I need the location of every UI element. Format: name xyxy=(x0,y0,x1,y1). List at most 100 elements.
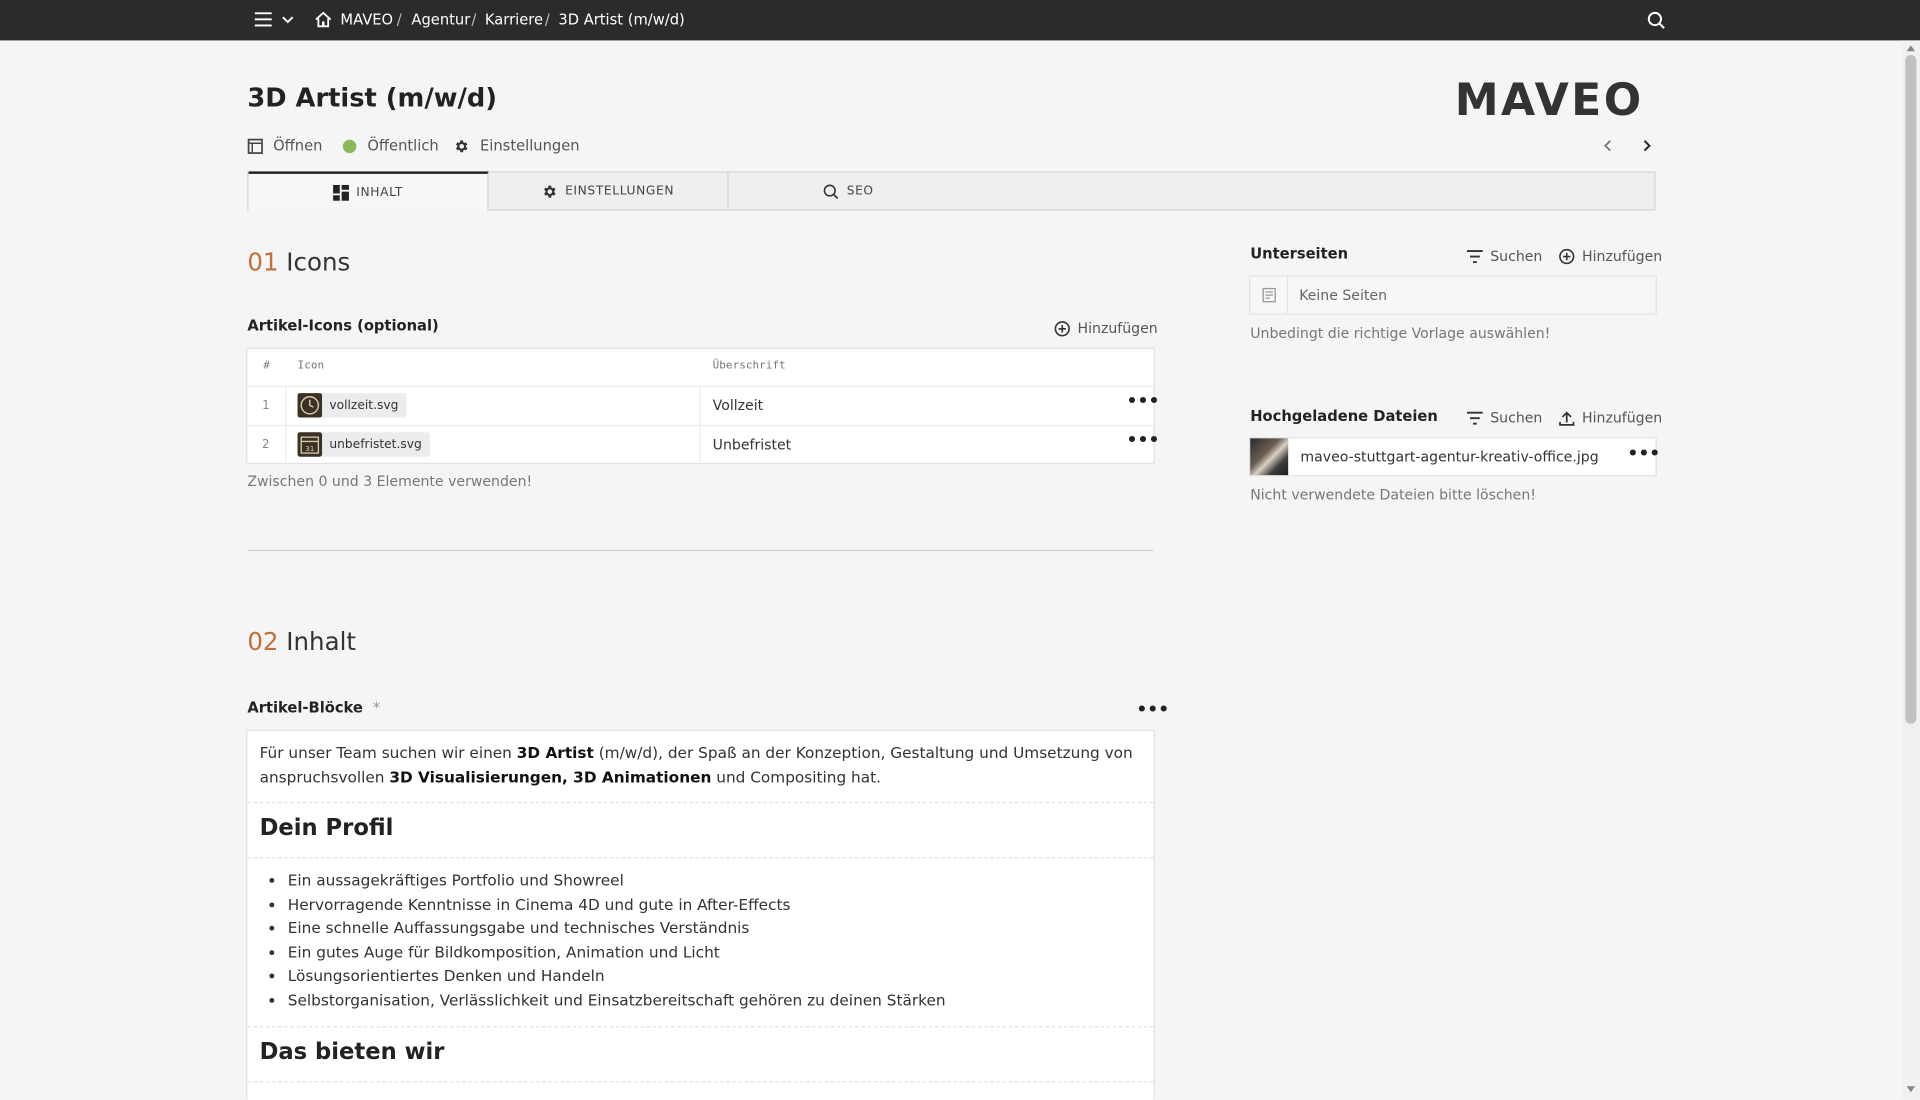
breadcrumb-item-agentur[interactable]: Agentur xyxy=(411,11,470,28)
status-dot-icon xyxy=(342,138,357,153)
uploads-search-button[interactable]: Suchen xyxy=(1466,408,1543,427)
profile-list[interactable]: Ein aussagekräftiges Portfolio und Showr… xyxy=(260,868,946,1012)
settings-button[interactable]: Einstellungen xyxy=(453,137,580,154)
intro-paragraph[interactable]: Für unser Team suchen wir einen 3D Artis… xyxy=(260,741,1142,790)
prev-arrow-icon[interactable] xyxy=(1603,140,1613,152)
uploads-add-button[interactable]: Hinzufügen xyxy=(1559,409,1662,426)
tab-label: EINSTELLUNGEN xyxy=(565,184,675,199)
intro-text: und Compositing hat. xyxy=(711,767,881,787)
intro-bold: 3D Visualisierungen, 3D Animationen xyxy=(389,767,712,787)
column-divider xyxy=(285,386,287,425)
search-label: Suchen xyxy=(1490,247,1543,265)
subpages-title: Unterseiten xyxy=(1250,244,1349,263)
uploads-title: Hochgeladene Dateien xyxy=(1250,407,1438,425)
file-name: vollzeit.svg xyxy=(329,398,399,413)
breadcrumb-item-current[interactable]: 3D Artist (m/w/d) xyxy=(558,11,684,28)
section-title: Icons xyxy=(286,247,351,277)
status-label: Öffentlich xyxy=(367,137,439,155)
scroll-down-arrow-icon[interactable] xyxy=(1906,1086,1916,1093)
status-badge[interactable]: Öffentlich xyxy=(342,137,439,155)
row-number: 1 xyxy=(262,399,270,413)
subpages-add-button[interactable]: Hinzufügen xyxy=(1559,247,1662,264)
hamburger-menu-icon[interactable] xyxy=(254,12,272,27)
breadcrumb-separator: / xyxy=(471,11,477,29)
uploaded-file-row[interactable]: maveo-stuttgart-agentur-kreativ-office.j… xyxy=(1250,438,1660,476)
file-name: maveo-stuttgart-agentur-kreativ-office.j… xyxy=(1300,448,1599,466)
scrollbar-thumb[interactable] xyxy=(1905,55,1917,724)
tab-label: SEO xyxy=(846,184,874,199)
row-heading: Vollzeit xyxy=(712,396,764,414)
maveo-logo: MAVEO xyxy=(1454,75,1644,127)
more-options-icon[interactable]: ••• xyxy=(1627,444,1660,464)
open-label: Öffnen xyxy=(273,137,323,155)
gear-icon xyxy=(542,184,565,200)
more-options-icon[interactable]: ••• xyxy=(1127,392,1160,412)
list-item: Hervorragende Kenntnisse in Cinema 4D un… xyxy=(288,892,946,916)
add-label: Hinzufügen xyxy=(1077,319,1158,337)
empty-label: Keine Seiten xyxy=(1299,286,1387,304)
column-header: Icon xyxy=(297,360,325,373)
column-divider xyxy=(699,386,701,425)
block-divider xyxy=(247,802,1154,804)
section-heading-icons: 01 Icons xyxy=(247,247,350,276)
file-name: unbefristet.svg xyxy=(329,437,422,452)
open-button[interactable]: Öffnen xyxy=(247,137,322,154)
more-options-icon[interactable]: ••• xyxy=(1127,431,1160,451)
table-row[interactable]: 2 31 unbefristet.svg Unbefristet ••• xyxy=(247,424,1159,465)
add-icon-button[interactable]: Hinzufügen xyxy=(1054,319,1158,337)
plus-circle-icon xyxy=(1559,248,1582,264)
file-thumbnail xyxy=(1250,438,1289,476)
calendar-icon: 31 xyxy=(297,432,323,457)
tab-inhalt[interactable]: INHALT xyxy=(248,171,489,211)
gear-icon xyxy=(453,138,469,154)
add-label: Hinzufügen xyxy=(1582,408,1663,427)
breadcrumb-separator: / xyxy=(396,11,402,29)
icons-table: # Icon Überschrift 1 vollzeit.svg Vollze… xyxy=(247,348,1159,465)
table-row[interactable]: 1 vollzeit.svg Vollzeit ••• xyxy=(247,385,1159,425)
subpages-search-button[interactable]: Suchen xyxy=(1466,247,1543,265)
intro-bold: 3D Artist xyxy=(516,743,594,762)
file-chip[interactable]: 31 unbefristet.svg xyxy=(297,432,431,457)
top-bar: MAVEO / Agentur / Karriere / 3D Artist (… xyxy=(0,0,1920,41)
chevron-down-icon[interactable] xyxy=(282,15,294,25)
list-item: Ein aussagekräftiges Portfolio und Showr… xyxy=(288,868,946,892)
section-number: 01 xyxy=(247,247,279,277)
field-label-article-blocks: Artikel-Blöcke * xyxy=(247,699,380,716)
row-heading: Unbefristet xyxy=(712,435,792,454)
home-icon[interactable] xyxy=(315,11,332,28)
column-divider xyxy=(699,426,701,465)
search-label: Suchen xyxy=(1490,408,1543,427)
search-icon[interactable] xyxy=(1647,11,1665,29)
article-blocks-editor[interactable]: Für unser Team suchen wir einen 3D Artis… xyxy=(247,731,1154,1100)
heading-offer[interactable]: Das bieten wir xyxy=(260,1040,445,1066)
section-divider xyxy=(247,549,1154,552)
plus-circle-icon xyxy=(1054,320,1077,336)
intro-text: Für unser Team suchen wir einen xyxy=(259,743,517,762)
block-divider xyxy=(247,857,1154,859)
breadcrumb-item-maveo[interactable]: MAVEO xyxy=(340,11,393,28)
breadcrumb-separator: / xyxy=(544,11,550,29)
scroll-up-arrow-icon[interactable] xyxy=(1906,45,1916,52)
tab-seo[interactable]: SEO xyxy=(729,173,969,211)
more-options-icon[interactable]: ••• xyxy=(1136,700,1169,720)
section-title: Inhalt xyxy=(286,626,356,657)
search-icon xyxy=(823,184,846,200)
list-item: Selbstorganisation, Verlässlichkeit und … xyxy=(288,988,946,1012)
row-number: 2 xyxy=(262,438,270,452)
open-icon xyxy=(247,138,263,154)
column-header: Überschrift xyxy=(712,360,786,373)
breadcrumb-item-karriere[interactable]: Karriere xyxy=(485,11,543,28)
settings-label: Einstellungen xyxy=(480,137,580,155)
grid-icon xyxy=(333,184,356,201)
uploads-hint: Nicht verwendete Dateien bitte löschen! xyxy=(1250,486,1536,504)
block-divider xyxy=(247,1081,1154,1083)
subpages-list[interactable]: Keine Seiten xyxy=(1250,276,1656,314)
file-chip[interactable]: vollzeit.svg xyxy=(297,393,407,418)
clock-icon xyxy=(297,393,323,418)
list-item: Eine schnelle Auffassungsgabe und techni… xyxy=(288,916,946,940)
column-divider xyxy=(285,426,287,465)
tab-einstellungen[interactable]: EINSTELLUNGEN xyxy=(489,172,729,211)
next-arrow-icon[interactable] xyxy=(1642,140,1652,152)
block-divider xyxy=(247,1026,1154,1028)
heading-profile[interactable]: Dein Profil xyxy=(260,816,394,842)
